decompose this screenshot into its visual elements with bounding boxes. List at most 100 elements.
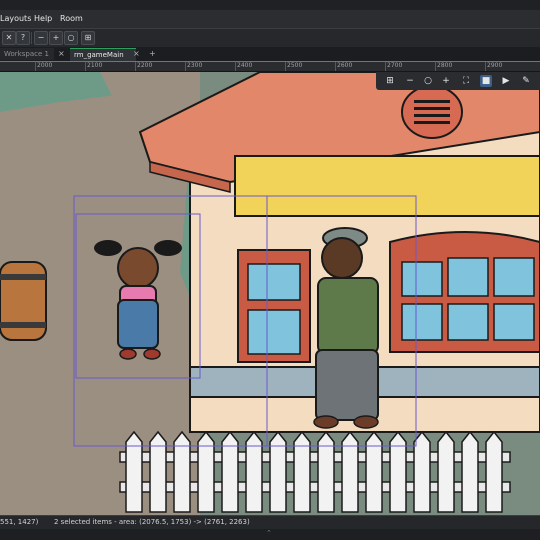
bay-window-pane [447,303,489,341]
zoom-in-icon[interactable]: + [440,75,452,87]
girl-overalls [117,299,159,349]
grid-toggle-icon[interactable]: ⊞ [384,75,396,87]
girl-pigtail [154,240,182,256]
barrel [0,261,47,341]
zoom-reset-icon[interactable]: ○ [422,75,434,87]
fence-picket [125,430,143,513]
stop-icon[interactable]: ■ [480,75,492,87]
paint-icon[interactable]: ✎ [520,75,532,87]
fence-picket [461,430,479,513]
add-tab-icon[interactable]: + [149,48,156,60]
barrel-hoop [0,274,46,280]
ruler-label: 2600 [337,62,353,69]
vent-slat [414,121,450,124]
barrel-hoop [0,322,46,328]
menu-bar: Layouts Help Room [0,10,540,28]
bottom-panel-bar: ⌃ [0,529,540,540]
fence-picket [221,430,239,513]
ruler-tick [435,62,436,71]
fence-picket [245,430,263,513]
shop-sign [234,155,540,217]
man-shoe [353,415,379,429]
fence-picket [485,430,503,513]
tab-workspace-close-icon[interactable]: × [58,48,65,60]
fit-icon[interactable]: ⛶ [460,75,472,87]
fence-picket [341,430,359,513]
ruler-label: 2300 [187,62,203,69]
ruler-label: 2200 [137,62,153,69]
ruler-label: 2100 [87,62,103,69]
zoom-out-icon[interactable]: − [404,75,416,87]
menu-help[interactable]: Help [34,14,52,23]
panel-grip-icon[interactable]: ⌃ [266,529,272,537]
girl-shoe [119,348,137,360]
play-icon[interactable]: ▶ [500,75,512,87]
fence-picket [149,430,167,513]
menu-room[interactable]: Room [60,14,83,23]
ruler-label: 2900 [487,62,503,69]
close-icon[interactable]: ✕ [2,31,16,45]
viewport-toolbar: ⊞ − ○ + ⛶ ■ ▶ ✎ [376,72,540,90]
man-shoe [313,415,339,429]
bay-window-pane [447,257,489,297]
fence-picket [389,430,407,513]
tab-workspace[interactable]: Workspace 1 [0,48,54,60]
horizontal-ruler: 2000 2100 2200 2300 2400 2500 2600 2700 … [0,62,540,72]
cursor-position: 551, 1427) [0,518,39,526]
girl-head [117,247,159,289]
ruler-tick [35,62,36,71]
fence-picket [197,430,215,513]
ruler-label: 2700 [387,62,403,69]
tab-rm-gamemain[interactable]: rm_gameMain [70,48,136,61]
ruler-tick [185,62,186,71]
bay-window-pane [401,303,443,341]
tab-rm-gamemain-label: rm_gameMain [74,51,124,59]
door-window-top [247,263,301,301]
door-window-bottom [247,309,301,355]
ruler-tick [335,62,336,71]
ruler-label: 2500 [287,62,303,69]
menu-layouts[interactable]: Layouts [0,14,31,23]
help-icon[interactable]: ? [16,31,30,45]
ruler-label: 2800 [437,62,453,69]
fence-picket [365,430,383,513]
tab-rm-gamemain-close-icon[interactable]: × [133,48,140,60]
room-viewport[interactable] [0,72,540,515]
ruler-label: 2400 [237,62,253,69]
ruler-tick [235,62,236,71]
toolbar-divider [31,32,32,44]
fence-picket [173,430,191,513]
roof-vent [401,85,463,139]
vent-slat [414,107,450,110]
ruler-tick [485,62,486,71]
toolbar: ✕ ? − + ○ ⊞ [0,28,540,48]
fence-picket [269,430,287,513]
man-head [321,237,363,279]
girl-shoe [143,348,161,360]
tab-bar: Workspace 1 × rm_gameMain × + [0,47,540,62]
ruler-label: 2000 [37,62,53,69]
zoom-reset-icon[interactable]: ○ [64,31,78,45]
man-vest [317,277,379,355]
tab-workspace-label: Workspace 1 [4,50,49,58]
ruler-tick [85,62,86,71]
bay-window-pane [493,303,535,341]
vent-slat [414,114,450,117]
fence-picket [437,430,455,513]
fence-picket [293,430,311,513]
fence-picket [317,430,335,513]
man-trousers [315,349,379,421]
grid-icon[interactable]: ⊞ [81,31,95,45]
status-bar: 551, 1427) 2 selected items - area: (207… [0,515,540,530]
room-scene [0,72,540,515]
ruler-tick [385,62,386,71]
bay-window-pane [401,261,443,297]
girl-pigtail [94,240,122,256]
zoom-out-icon[interactable]: − [34,31,48,45]
ruler-tick [135,62,136,71]
bay-window-pane [493,257,535,297]
selection-info: 2 selected items - area: (2076.5, 1753) … [54,518,250,526]
zoom-in-icon[interactable]: + [49,31,63,45]
vent-slat [414,100,450,103]
ruler-tick [285,62,286,71]
